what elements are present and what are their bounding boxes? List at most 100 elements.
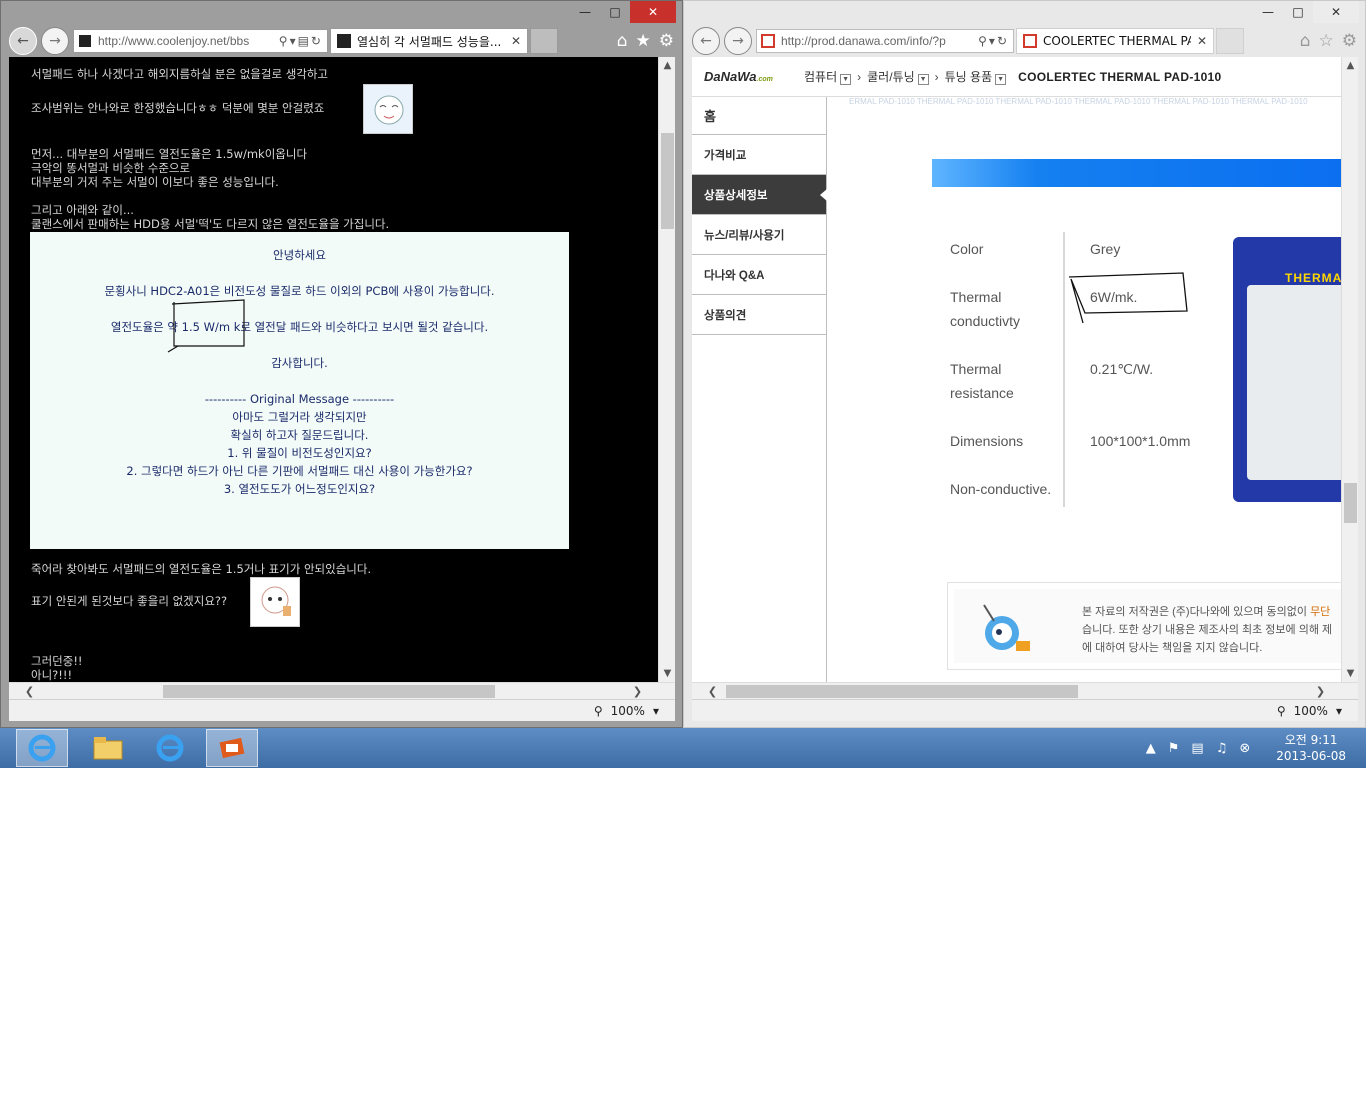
menu-item-qna[interactable]: 다나와 Q&A — [692, 255, 826, 295]
post-line: 서멀패드 하나 사겠다고 해외지름하실 분은 없을걸로 생각하고 — [31, 67, 329, 81]
action-center-flag-icon[interactable]: ⚑ — [1168, 741, 1180, 756]
breadcrumb-item[interactable]: 컴퓨터 ▼ — [804, 68, 852, 85]
back-button[interactable]: ← — [9, 27, 37, 55]
product-title: COOLERTEC THERMAL PAD-1010 — [1018, 69, 1222, 84]
horizontal-scrollbar[interactable]: ❮ ❯ — [9, 682, 675, 699]
menu-item-product-detail[interactable]: 상품상세정보 — [692, 175, 827, 215]
zoom-dropdown-icon[interactable]: ▾ — [1336, 704, 1342, 718]
zoom-control[interactable]: ⚲ 100% ▾ — [594, 704, 659, 718]
chevron-down-icon[interactable]: ▼ — [917, 74, 929, 85]
tab-active[interactable]: COOLERTEC THERMAL PA... ✕ — [1016, 28, 1214, 54]
browser-window-right: — □ ✕ ← → http://prod.danawa.com/info/?p… — [683, 0, 1366, 728]
address-bar[interactable]: http://prod.danawa.com/info/?p ⚲▾↻ — [756, 29, 1014, 53]
spec-value: 100*100*1.0mm — [1090, 433, 1191, 449]
tab-close-icon[interactable]: ✕ — [511, 34, 521, 48]
address-row: ← → http://prod.danawa.com/info/?p ⚲▾↻ C… — [692, 27, 1357, 55]
danawa-logo[interactable]: DaNaWa.com — [704, 69, 804, 84]
taskbar-media-app-icon[interactable] — [206, 729, 258, 767]
network-icon[interactable]: ▤ — [1191, 741, 1203, 756]
taskbar-explorer-folder-icon[interactable] — [82, 729, 134, 767]
command-icons: ⌂ ☆ ⚙ — [1300, 31, 1357, 51]
product-package-image: THERMAL — [1233, 237, 1341, 502]
disconnect-icon[interactable]: ⊗ — [1239, 741, 1250, 756]
copyright-notice: 본 자료의 저작권은 (주)다나와에 있으며 동의없이 무단 습니다. 또한 상… — [947, 582, 1341, 670]
breadcrumb-item[interactable]: 튜닝 용품 ▼ — [945, 68, 1007, 85]
scroll-up-arrow-icon[interactable]: ▲ — [1342, 57, 1358, 74]
show-hidden-icons-icon[interactable]: ▲ — [1146, 741, 1156, 756]
menu-item-price-compare[interactable]: 가격비교 — [692, 135, 826, 175]
system-clock[interactable]: 오전 9:11 2013-06-08 — [1276, 732, 1346, 764]
chevron-down-icon[interactable]: ▼ — [840, 74, 852, 85]
clock-date: 2013-06-08 — [1276, 749, 1346, 763]
vertical-scrollbar[interactable]: ▲ ▼ — [1341, 57, 1358, 682]
spec-label: Color — [950, 241, 984, 257]
scroll-down-arrow-icon[interactable]: ▼ — [1342, 665, 1358, 682]
horizontal-scroll-thumb[interactable] — [163, 685, 495, 698]
site-favicon-icon — [78, 34, 92, 48]
scroll-left-arrow-icon[interactable]: ❮ — [21, 683, 38, 700]
tab-active[interactable]: 열심히 각 서멀패드 성능을... ✕ — [330, 28, 528, 54]
gear-icon[interactable]: ⚙ — [1342, 31, 1357, 51]
vertical-scroll-thumb[interactable] — [661, 133, 674, 229]
search-refresh-icon[interactable]: ⚲▾↻ — [978, 34, 1009, 48]
forward-button[interactable]: → — [724, 27, 752, 55]
forward-button[interactable]: → — [41, 27, 69, 55]
product-detail-area: ERMAL PAD-1010 THERMAL PAD-1010 THERMAL … — [827, 97, 1341, 682]
taskbar-ie-secondary-icon[interactable] — [144, 729, 196, 767]
side-menu: 홈 가격비교 상품상세정보 뉴스/리뷰/사용기 다나와 Q&A 상품의견 — [692, 97, 827, 682]
zoom-icon: ⚲ — [593, 704, 603, 718]
tab-close-icon[interactable]: ✕ — [1197, 34, 1207, 48]
address-url[interactable]: http://prod.danawa.com/info/?p — [781, 34, 978, 48]
chevron-down-icon[interactable]: ▼ — [995, 74, 1007, 85]
close-button[interactable]: ✕ — [1313, 1, 1359, 23]
scroll-right-arrow-icon[interactable]: ❯ — [1312, 683, 1329, 700]
zoom-dropdown-icon[interactable]: ▾ — [653, 704, 659, 718]
gear-icon[interactable]: ⚙ — [659, 31, 674, 51]
status-bar: ⚲ 100% ▾ — [692, 699, 1358, 721]
letter-line: 2. 그렇다면 하드가 아닌 다른 기판에 서멀패드 대신 사용이 가능한가요? — [126, 464, 473, 478]
address-url[interactable]: http://www.coolenjoy.net/bbs — [98, 34, 279, 48]
volume-icon[interactable]: ♫ — [1216, 741, 1228, 756]
favorites-star-icon[interactable]: ★ — [636, 31, 651, 51]
close-button[interactable]: ✕ — [630, 1, 676, 23]
breadcrumb-item[interactable]: 쿨러/튜닝 ▼ — [867, 68, 929, 85]
post-line: 그러던중!! — [31, 654, 83, 668]
menu-item-news-review[interactable]: 뉴스/리뷰/사용기 — [692, 215, 826, 255]
home-icon[interactable]: ⌂ — [617, 31, 628, 51]
window-controls: — □ ✕ — [1253, 1, 1359, 23]
maximize-button[interactable]: □ — [1283, 1, 1313, 23]
post-line: 그리고 아래와 같이... — [31, 203, 134, 217]
address-bar[interactable]: http://www.coolenjoy.net/bbs ⚲▾▤↻ — [73, 29, 328, 53]
maximize-button[interactable]: □ — [600, 1, 630, 23]
search-refresh-icon[interactable]: ⚲▾▤↻ — [279, 34, 323, 48]
vertical-scroll-thumb[interactable] — [1344, 483, 1357, 523]
new-tab-button[interactable] — [1216, 28, 1244, 54]
letter-line: 안녕하세요 — [273, 248, 326, 262]
post-line: 조사범위는 안나와로 한정했습니다ㅎㅎ 덕분에 몇분 안걸렸죠 — [31, 101, 325, 115]
home-icon[interactable]: ⌂ — [1300, 31, 1311, 51]
danawa-favicon-icon — [761, 34, 775, 48]
horizontal-scrollbar[interactable]: ❮ ❯ — [692, 682, 1358, 699]
tab-title: 열심히 각 서멀패드 성능을... — [357, 34, 502, 49]
letter-line: 아마도 그럴거라 생각되지만 — [232, 410, 367, 424]
new-tab-button[interactable] — [530, 28, 558, 54]
menu-item-home[interactable]: 홈 — [692, 97, 826, 135]
favorites-star-icon[interactable]: ☆ — [1319, 31, 1334, 51]
minimize-button[interactable]: — — [570, 1, 600, 23]
letter-line: 감사합니다. — [271, 356, 328, 370]
danawa-product-page: DaNaWa.com 컴퓨터 ▼ › 쿨러/튜닝 ▼ › 튜닝 용품 ▼ COOLER… — [692, 57, 1341, 682]
danawa-mascot-image — [983, 604, 1030, 651]
taskbar-ie-icon[interactable] — [16, 729, 68, 767]
vertical-scrollbar[interactable]: ▲ ▼ — [658, 57, 675, 682]
scroll-up-arrow-icon[interactable]: ▲ — [659, 57, 675, 74]
menu-item-opinions[interactable]: 상품의견 — [692, 295, 826, 335]
scroll-down-arrow-icon[interactable]: ▼ — [659, 665, 675, 682]
scroll-right-arrow-icon[interactable]: ❯ — [629, 683, 646, 700]
post-line: 표기 안된게 된것보다 좋을리 없겠지요?? — [31, 594, 228, 608]
horizontal-scroll-thumb[interactable] — [726, 685, 1078, 698]
back-button[interactable]: ← — [692, 27, 720, 55]
spec-value: 0.21℃/W. — [1090, 361, 1154, 377]
scroll-left-arrow-icon[interactable]: ❮ — [704, 683, 721, 700]
minimize-button[interactable]: — — [1253, 1, 1283, 23]
zoom-control[interactable]: ⚲ 100% ▾ — [1277, 704, 1342, 718]
